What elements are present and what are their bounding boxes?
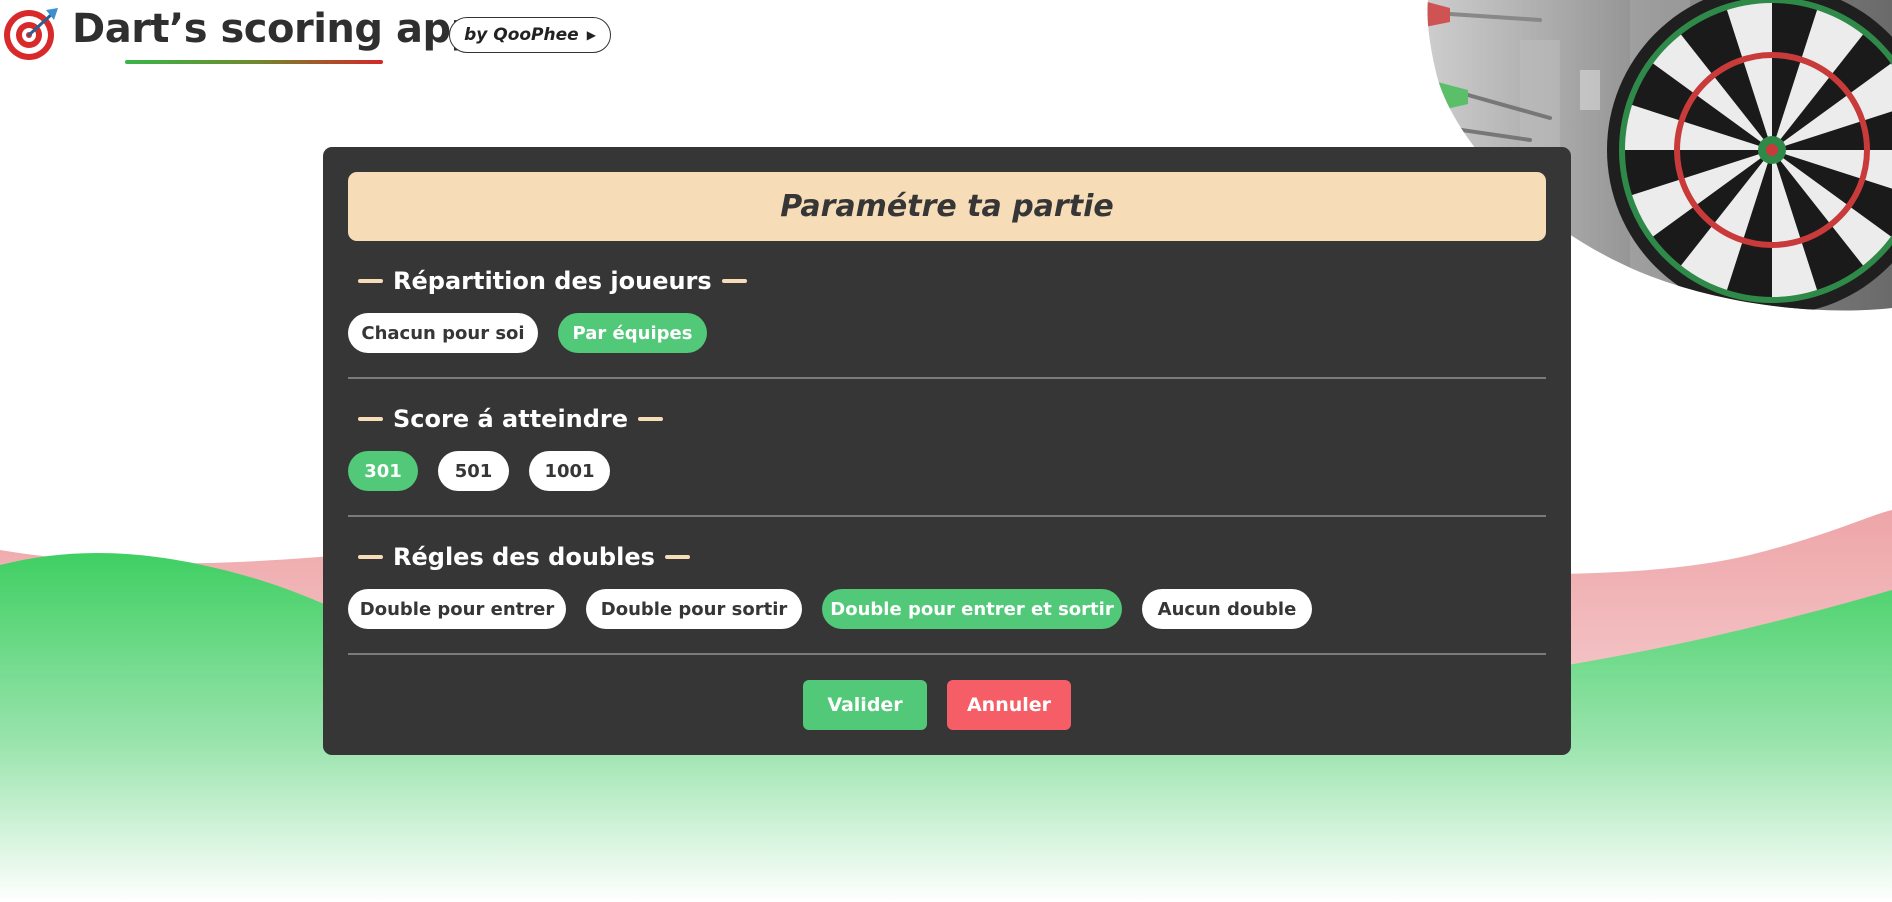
author-badge-button[interactable]: by QooPhee ▶ — [449, 17, 611, 53]
option-score-501[interactable]: 501 — [438, 451, 509, 491]
section-title-double-rules: Régles des doubles — [358, 543, 690, 571]
title-underline — [125, 60, 383, 64]
author-badge-label: by QooPhee — [464, 25, 579, 45]
section-title-player-split: Répartition des joueurs — [358, 267, 747, 295]
section-title-label: Répartition des joueurs — [393, 267, 712, 295]
game-settings-panel: Paramétre ta partie Répartition des joue… — [323, 147, 1571, 755]
section-title-label: Régles des doubles — [393, 543, 655, 571]
dash-decoration — [358, 417, 383, 421]
option-teams[interactable]: Par équipes — [558, 313, 707, 353]
section-title-target-score: Score á atteindre — [358, 405, 664, 433]
option-double-in[interactable]: Double pour entrer — [348, 589, 566, 629]
cancel-button[interactable]: Annuler — [947, 680, 1071, 730]
option-score-1001[interactable]: 1001 — [529, 451, 610, 491]
play-triangle-icon: ▶ — [586, 28, 596, 42]
section-divider — [348, 653, 1546, 655]
dash-decoration — [721, 279, 747, 283]
option-every-man-for-himself[interactable]: Chacun pour soi — [348, 313, 538, 353]
dash-decoration — [358, 279, 383, 283]
panel-title: Paramétre ta partie — [348, 172, 1546, 241]
option-score-301[interactable]: 301 — [348, 451, 418, 491]
section-divider — [348, 515, 1546, 517]
dash-decoration — [664, 555, 690, 559]
section-title-label: Score á atteindre — [393, 405, 629, 433]
validate-button[interactable]: Valider — [803, 680, 927, 730]
option-double-in-out[interactable]: Double pour entrer et sortir — [822, 589, 1122, 629]
dartboard-target-icon — [4, 8, 58, 60]
section-divider — [348, 377, 1546, 379]
dash-decoration — [358, 555, 383, 559]
option-no-double[interactable]: Aucun double — [1142, 589, 1312, 629]
app-title: Dart’s scoring app — [72, 6, 479, 52]
dash-decoration — [638, 417, 664, 421]
option-double-out[interactable]: Double pour sortir — [586, 589, 802, 629]
